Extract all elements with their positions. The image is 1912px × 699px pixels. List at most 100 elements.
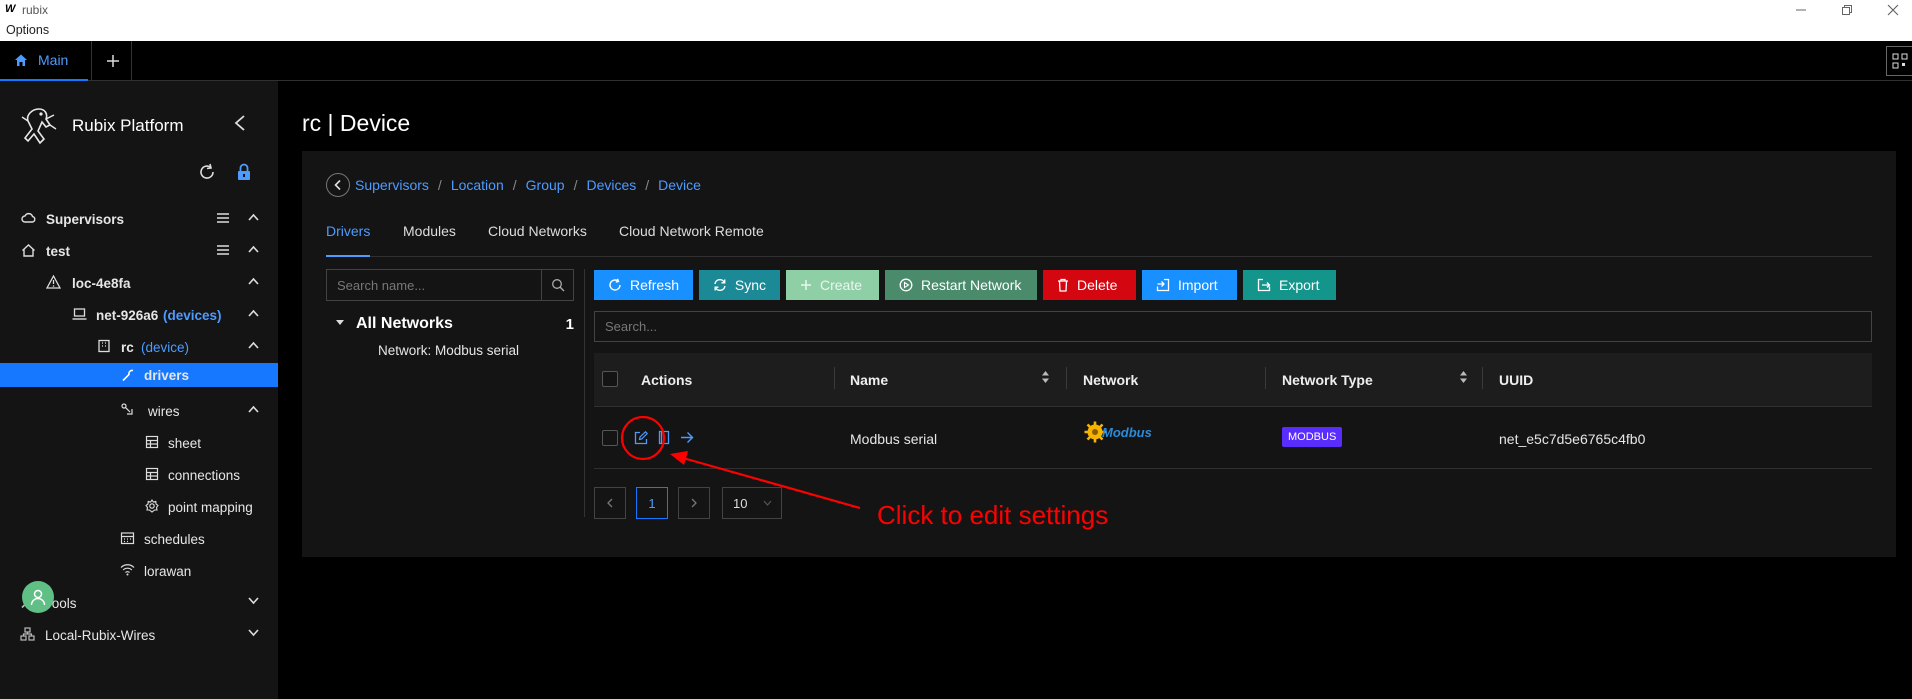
select-all-checkbox[interactable]: [602, 371, 618, 387]
restart-network-button[interactable]: Restart Network: [885, 270, 1037, 300]
tab-strip: Main: [0, 41, 1912, 81]
lock-icon[interactable]: [236, 163, 252, 181]
window-titlebar: W rubix: [0, 0, 1912, 20]
tab-cloud-network-remote[interactable]: Cloud Network Remote: [619, 221, 764, 257]
back-button[interactable]: [326, 173, 350, 197]
tab-drivers[interactable]: Drivers: [326, 221, 370, 257]
chevron-down-icon[interactable]: [248, 597, 259, 605]
breadcrumb-location[interactable]: Location: [451, 177, 504, 193]
chevron-up-icon[interactable]: [248, 341, 259, 349]
tab-cloud-networks[interactable]: Cloud Networks: [488, 221, 587, 257]
import-button[interactable]: Import: [1142, 270, 1237, 300]
refresh-button[interactable]: Refresh: [594, 270, 693, 300]
sidebar-item-suffix: (device): [141, 340, 190, 355]
export-button[interactable]: Export: [1243, 270, 1336, 300]
breadcrumb-supervisors[interactable]: Supervisors: [355, 177, 429, 193]
tab-modules[interactable]: Modules: [403, 221, 456, 257]
column-divider: [1265, 367, 1266, 389]
avatar[interactable]: [22, 581, 54, 613]
sidebar-item-label: test: [46, 244, 71, 259]
sidebar-item-connections[interactable]: connections: [0, 459, 278, 491]
chevron-up-icon[interactable]: [248, 309, 259, 317]
tab-main[interactable]: Main: [0, 41, 88, 81]
add-tab-button[interactable]: [96, 41, 130, 81]
sort-icon[interactable]: [1041, 370, 1050, 384]
page-size-select[interactable]: 10: [722, 487, 782, 519]
menu-icon[interactable]: [216, 243, 230, 257]
breadcrumb-group[interactable]: Group: [526, 177, 565, 193]
chevron-up-icon[interactable]: [248, 245, 259, 253]
chevron-down-icon[interactable]: [248, 629, 259, 637]
brand: Rubix Platform: [20, 105, 183, 147]
book-icon[interactable]: [658, 430, 670, 445]
refresh-icon[interactable]: [198, 163, 216, 181]
restore-button[interactable]: [1824, 0, 1870, 20]
sidebar-item-device[interactable]: rc (device): [0, 331, 278, 363]
sync-button[interactable]: Sync: [699, 270, 780, 300]
import-icon: [1156, 278, 1170, 292]
tab-divider: [91, 41, 92, 81]
caret-down-icon[interactable]: [336, 320, 344, 326]
sort-icon[interactable]: [1459, 370, 1468, 384]
sidebar-item-test[interactable]: test: [0, 235, 278, 267]
page-1-button[interactable]: 1: [636, 487, 668, 519]
arrow-right-icon[interactable]: [680, 431, 694, 444]
delete-button[interactable]: Delete: [1043, 270, 1136, 300]
column-name[interactable]: Name: [850, 372, 888, 388]
sidebar-item-local-rubix-wires[interactable]: Local-Rubix-Wires: [0, 619, 278, 651]
search-button[interactable]: [541, 270, 573, 300]
brand-name: Rubix Platform: [72, 116, 184, 135]
tree-root-all-networks[interactable]: All Networks 1: [330, 314, 574, 336]
next-page-button[interactable]: [678, 487, 710, 519]
sidebar: Rubix Platform Supervisors test loc-4e8f…: [0, 81, 278, 699]
breadcrumb-devices[interactable]: Devices: [586, 177, 636, 193]
sidebar-item-supervisors[interactable]: Supervisors: [0, 203, 278, 235]
page-title: rc | Device: [302, 110, 411, 136]
modbus-logo: Modbus: [1084, 421, 1152, 443]
wrench-icon: [121, 368, 135, 382]
close-window-button[interactable]: [1870, 0, 1912, 20]
sidebar-item-point-mapping[interactable]: point mapping: [0, 491, 278, 523]
chevron-up-icon[interactable]: [248, 213, 259, 221]
edit-icon[interactable]: [634, 431, 648, 445]
column-divider: [1066, 367, 1067, 389]
sidebar-item-network[interactable]: net-926a6 (devices): [0, 299, 278, 331]
chevron-up-icon[interactable]: [248, 277, 259, 285]
table-row[interactable]: Modbus serial Modbus MODBUS net_e5c7d5e6…: [594, 407, 1872, 469]
sidebar-item-wires[interactable]: wires: [0, 395, 278, 427]
row-name: Modbus serial: [850, 431, 938, 447]
app-logo: W: [5, 3, 16, 15]
sidebar-item-drivers[interactable]: drivers: [0, 363, 278, 387]
qr-icon[interactable]: [1886, 46, 1912, 76]
sidebar-item-sheet[interactable]: sheet: [0, 427, 278, 459]
device-panel: Supervisors / Location / Group / Devices…: [302, 151, 1896, 557]
splitter[interactable]: [584, 269, 585, 517]
menu-options[interactable]: Options: [6, 23, 49, 37]
sidebar-item-location[interactable]: loc-4e8fa: [0, 267, 278, 299]
menu-icon[interactable]: [216, 211, 230, 225]
table-search-input[interactable]: [595, 312, 1871, 341]
sidebar-item-schedules[interactable]: schedules: [0, 523, 278, 555]
menu-bar: Options: [0, 20, 1912, 41]
link-icon: [121, 403, 135, 417]
breadcrumb-separator: /: [512, 177, 517, 193]
column-network-type[interactable]: Network Type: [1282, 372, 1373, 388]
tree-search-input[interactable]: [327, 270, 543, 300]
row-checkbox[interactable]: [602, 430, 618, 446]
page-size-value: 10: [733, 495, 748, 511]
prev-page-button[interactable]: [594, 487, 626, 519]
minimize-button[interactable]: [1778, 0, 1824, 20]
table-search: [594, 311, 1872, 342]
export-icon: [1257, 278, 1271, 292]
breadcrumb-device[interactable]: Device: [658, 177, 701, 193]
pagination: 1 10: [594, 487, 782, 519]
sidebar-item-label: point mapping: [168, 500, 253, 515]
home-icon: [14, 53, 28, 67]
chevron-up-icon[interactable]: [248, 405, 259, 413]
sidebar-item-label: sheet: [168, 436, 202, 451]
search-icon: [551, 279, 564, 292]
sidebar-item-suffix: (devices): [163, 308, 222, 323]
create-button[interactable]: Create: [786, 270, 879, 300]
collapse-sidebar-button[interactable]: [234, 115, 246, 131]
tree-item-network[interactable]: Network: Modbus serial: [378, 343, 519, 358]
